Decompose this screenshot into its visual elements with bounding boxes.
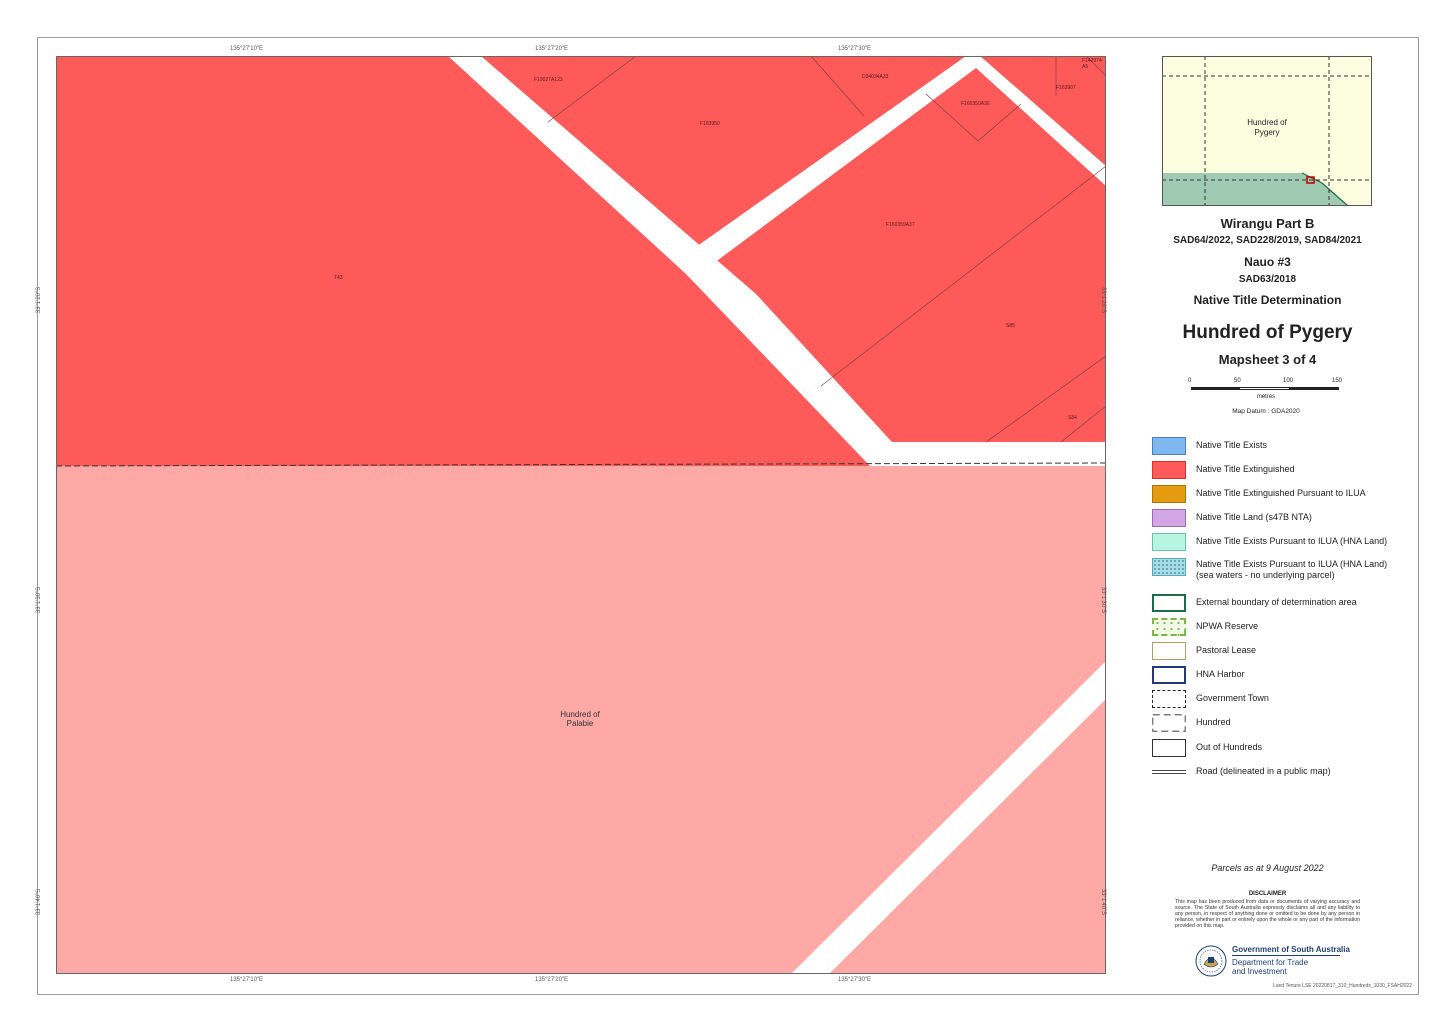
legend-item-hna-harbor: HNA Harbor — [1152, 666, 1412, 684]
coord-bottom: 135°27'20"E — [535, 977, 569, 983]
parcel-label: T43 — [334, 275, 343, 281]
parcel-label: F183950 — [700, 121, 720, 127]
legend-item-extinguished-ilua: Native Title Extinguished Pursuant to IL… — [1152, 485, 1412, 503]
legend-swatch — [1152, 666, 1186, 684]
legend-swatch — [1152, 618, 1186, 636]
legend-swatch — [1152, 558, 1186, 576]
divider — [1232, 955, 1340, 956]
extinguished-area — [56, 56, 1106, 466]
scale-tick: 150 — [1332, 378, 1343, 384]
government-name: Government of South Australia — [1232, 945, 1350, 954]
legend-item-native-title-extinguished: Native Title Extinguished — [1152, 461, 1412, 479]
coord-right: 33°1'20"S — [1100, 286, 1107, 314]
legend-swatch — [1152, 739, 1186, 757]
legend-swatch — [1152, 461, 1186, 479]
legend-swatch — [1152, 437, 1186, 455]
coord-bottom: 135°27'10"E — [230, 977, 264, 983]
legend-item-out-of-hundreds: Out of Hundreds — [1152, 739, 1412, 757]
coord-right: 33°1'40"S — [1100, 888, 1107, 916]
legend-swatch — [1152, 485, 1186, 503]
map-reference: Land Tenure LSE 20220817_310_Hundreds_10… — [1273, 983, 1412, 989]
department-name: Department for Trade and Investment — [1232, 958, 1309, 976]
legend-item-native-title-exists: Native Title Exists — [1152, 437, 1412, 455]
coord-left: 33°1'30"S — [36, 586, 43, 614]
coord-left: 33°1'20"S — [36, 286, 43, 314]
claim2-ids: SAD63/2018 — [1238, 274, 1297, 285]
coord-left: 33°1'40"S — [36, 888, 43, 916]
coord-top: 135°27'30"E — [838, 46, 872, 52]
parcel-label: D34034A33 — [862, 74, 889, 80]
parcel-label: F160359A37 — [886, 222, 915, 228]
coord-top: 135°27'10"E — [230, 46, 264, 52]
scale-bar: 0 50 100 150 metres Map Datum : GDA2020 — [1188, 378, 1348, 418]
parcel-label: S85 — [1006, 323, 1015, 329]
parcel-label: F142974 A5 — [1082, 58, 1102, 70]
hundred-title: Hundred of Pygery — [1182, 322, 1353, 343]
legend-item-external-boundary: External boundary of determination area — [1152, 594, 1412, 612]
hundred-palabie-label: Hundred of Palabie — [560, 710, 600, 728]
road-east — [870, 442, 1106, 466]
legend-item-road: Road (delineated in a public map) — [1152, 763, 1412, 781]
disclaimer-text: This map has been produced from data or … — [1175, 899, 1360, 929]
parcel-label: S84 — [1068, 415, 1077, 421]
claim1-ids: SAD64/2022, SAD228/2019, SAD84/2021 — [1173, 235, 1362, 246]
sa-government-crest-icon — [1194, 944, 1228, 978]
coord-top: 135°27'20"E — [535, 46, 569, 52]
legend-item-government-town: Government Town — [1152, 690, 1412, 708]
parcel-label: F19027A123 — [534, 77, 563, 83]
disclaimer-title: DISCLAIMER — [1248, 891, 1287, 897]
legend-item-pastoral-lease: Pastoral Lease — [1152, 642, 1412, 660]
legend-swatch — [1152, 594, 1186, 612]
parcel-label: F163907 — [1056, 85, 1076, 91]
scale-unit: metres — [1256, 394, 1276, 400]
legend-item-hundred: Hundred — [1152, 714, 1412, 732]
scale-tick: 50 — [1234, 378, 1241, 384]
parcel-label: F160350A36 — [961, 101, 990, 107]
map-canvas[interactable] — [56, 56, 1106, 974]
scale-tick: 100 — [1283, 378, 1294, 384]
parcels-date: Parcels as at 9 August 2022 — [1211, 863, 1324, 873]
claim1-title: Wirangu Part B — [1220, 216, 1315, 231]
legend-swatch — [1152, 533, 1186, 551]
legend-item-npwa-reserve: NPWA Reserve — [1152, 618, 1412, 636]
claim2-title: Nauo #3 — [1244, 255, 1291, 269]
map-datum: Map Datum : GDA2020 — [1232, 408, 1300, 415]
legend-item-exists-ilua-sea: Native Title Exists Pursuant to ILUA (HN… — [1152, 558, 1412, 580]
legend-swatch — [1152, 763, 1186, 781]
inset-map[interactable]: Hundred of Pygery — [1162, 56, 1372, 207]
mapsheet-title: Mapsheet 3 of 4 — [1218, 352, 1317, 367]
inset-label: Hundred of Pygery — [1247, 118, 1287, 137]
coord-right: 33°1'30"S — [1100, 586, 1107, 614]
coord-bottom: 135°27'30"E — [838, 977, 872, 983]
legend-swatch — [1152, 509, 1186, 527]
scale-tick: 0 — [1188, 378, 1192, 384]
main-map[interactable]: F19027A123 D34034A33 F142974 A5 F163907 … — [56, 56, 1106, 974]
determination-title: Native Title Determination — [1193, 293, 1342, 307]
legend-item-exists-ilua-hna: Native Title Exists Pursuant to ILUA (HN… — [1152, 533, 1412, 551]
legend-swatch — [1152, 714, 1186, 732]
legend-swatch — [1152, 642, 1186, 660]
legend-item-native-title-land: Native Title Land (s47B NTA) — [1152, 509, 1412, 527]
legend-swatch — [1152, 690, 1186, 708]
